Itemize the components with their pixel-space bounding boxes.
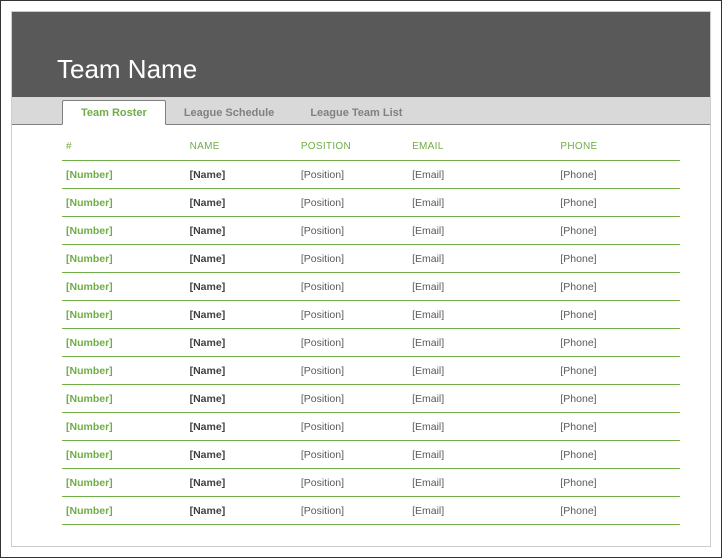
table-row: [Number][Name][Position][Email][Phone] (62, 329, 680, 357)
cell-position[interactable]: [Position] (297, 497, 408, 525)
cell-position[interactable]: [Position] (297, 441, 408, 469)
table-row: [Number][Name][Position][Email][Phone] (62, 385, 680, 413)
cell-number[interactable]: [Number] (62, 189, 186, 217)
cell-phone[interactable]: [Phone] (556, 469, 680, 497)
table-row: [Number][Name][Position][Email][Phone] (62, 245, 680, 273)
table-row: [Number][Name][Position][Email][Phone] (62, 161, 680, 189)
cell-name[interactable]: [Name] (186, 413, 297, 441)
cell-email[interactable]: [Email] (408, 301, 556, 329)
table-row: [Number][Name][Position][Email][Phone] (62, 217, 680, 245)
cell-position[interactable]: [Position] (297, 357, 408, 385)
cell-name[interactable]: [Name] (186, 357, 297, 385)
cell-number[interactable]: [Number] (62, 385, 186, 413)
cell-name[interactable]: [Name] (186, 161, 297, 189)
cell-phone[interactable]: [Phone] (556, 301, 680, 329)
cell-email[interactable]: [Email] (408, 385, 556, 413)
cell-phone[interactable]: [Phone] (556, 413, 680, 441)
cell-email[interactable]: [Email] (408, 497, 556, 525)
col-header-phone: PHONE (556, 135, 680, 161)
cell-phone[interactable]: [Phone] (556, 161, 680, 189)
cell-phone[interactable]: [Phone] (556, 497, 680, 525)
cell-number[interactable]: [Number] (62, 301, 186, 329)
cell-number[interactable]: [Number] (62, 441, 186, 469)
tab-strip: Team RosterLeague ScheduleLeague Team Li… (12, 97, 710, 125)
cell-email[interactable]: [Email] (408, 357, 556, 385)
cell-name[interactable]: [Name] (186, 301, 297, 329)
table-row: [Number][Name][Position][Email][Phone] (62, 441, 680, 469)
table-row: [Number][Name][Position][Email][Phone] (62, 189, 680, 217)
table-body: [Number][Name][Position][Email][Phone][N… (62, 161, 680, 525)
cell-phone[interactable]: [Phone] (556, 189, 680, 217)
cell-number[interactable]: [Number] (62, 469, 186, 497)
cell-position[interactable]: [Position] (297, 245, 408, 273)
cell-name[interactable]: [Name] (186, 189, 297, 217)
cell-number[interactable]: [Number] (62, 329, 186, 357)
cell-position[interactable]: [Position] (297, 385, 408, 413)
table-header-row: #NAMEPOSITIONEMAILPHONE (62, 135, 680, 161)
cell-name[interactable]: [Name] (186, 441, 297, 469)
document-page: Team Name Team RosterLeague ScheduleLeag… (11, 11, 711, 547)
col-header-email: EMAIL (408, 135, 556, 161)
cell-number[interactable]: [Number] (62, 217, 186, 245)
cell-position[interactable]: [Position] (297, 413, 408, 441)
col-header-number: # (62, 135, 186, 161)
cell-phone[interactable]: [Phone] (556, 329, 680, 357)
cell-email[interactable]: [Email] (408, 245, 556, 273)
col-header-name: NAME (186, 135, 297, 161)
cell-phone[interactable]: [Phone] (556, 441, 680, 469)
table-row: [Number][Name][Position][Email][Phone] (62, 357, 680, 385)
cell-position[interactable]: [Position] (297, 161, 408, 189)
cell-number[interactable]: [Number] (62, 413, 186, 441)
roster-table-wrap: #NAMEPOSITIONEMAILPHONE [Number][Name][P… (12, 125, 710, 525)
cell-phone[interactable]: [Phone] (556, 217, 680, 245)
page-title: Team Name (57, 54, 197, 85)
cell-phone[interactable]: [Phone] (556, 385, 680, 413)
cell-name[interactable]: [Name] (186, 217, 297, 245)
cell-phone[interactable]: [Phone] (556, 245, 680, 273)
cell-email[interactable]: [Email] (408, 273, 556, 301)
cell-name[interactable]: [Name] (186, 469, 297, 497)
cell-email[interactable]: [Email] (408, 217, 556, 245)
cell-email[interactable]: [Email] (408, 161, 556, 189)
cell-position[interactable]: [Position] (297, 301, 408, 329)
cell-email[interactable]: [Email] (408, 329, 556, 357)
cell-email[interactable]: [Email] (408, 441, 556, 469)
cell-number[interactable]: [Number] (62, 161, 186, 189)
table-row: [Number][Name][Position][Email][Phone] (62, 469, 680, 497)
header-band: Team Name (12, 12, 710, 97)
cell-name[interactable]: [Name] (186, 497, 297, 525)
cell-phone[interactable]: [Phone] (556, 357, 680, 385)
roster-table: #NAMEPOSITIONEMAILPHONE [Number][Name][P… (62, 135, 680, 525)
cell-name[interactable]: [Name] (186, 273, 297, 301)
cell-position[interactable]: [Position] (297, 189, 408, 217)
table-row: [Number][Name][Position][Email][Phone] (62, 273, 680, 301)
col-header-position: POSITION (297, 135, 408, 161)
cell-number[interactable]: [Number] (62, 245, 186, 273)
cell-number[interactable]: [Number] (62, 357, 186, 385)
tab-team-roster[interactable]: Team Roster (62, 100, 166, 125)
cell-position[interactable]: [Position] (297, 469, 408, 497)
cell-number[interactable]: [Number] (62, 497, 186, 525)
table-row: [Number][Name][Position][Email][Phone] (62, 497, 680, 525)
cell-position[interactable]: [Position] (297, 329, 408, 357)
tab-league-schedule[interactable]: League Schedule (166, 101, 292, 124)
cell-number[interactable]: [Number] (62, 273, 186, 301)
cell-position[interactable]: [Position] (297, 217, 408, 245)
cell-name[interactable]: [Name] (186, 329, 297, 357)
cell-email[interactable]: [Email] (408, 189, 556, 217)
cell-email[interactable]: [Email] (408, 413, 556, 441)
cell-email[interactable]: [Email] (408, 469, 556, 497)
table-row: [Number][Name][Position][Email][Phone] (62, 413, 680, 441)
cell-phone[interactable]: [Phone] (556, 273, 680, 301)
cell-name[interactable]: [Name] (186, 385, 297, 413)
table-row: [Number][Name][Position][Email][Phone] (62, 301, 680, 329)
cell-position[interactable]: [Position] (297, 273, 408, 301)
tab-league-team-list[interactable]: League Team List (292, 101, 420, 124)
cell-name[interactable]: [Name] (186, 245, 297, 273)
